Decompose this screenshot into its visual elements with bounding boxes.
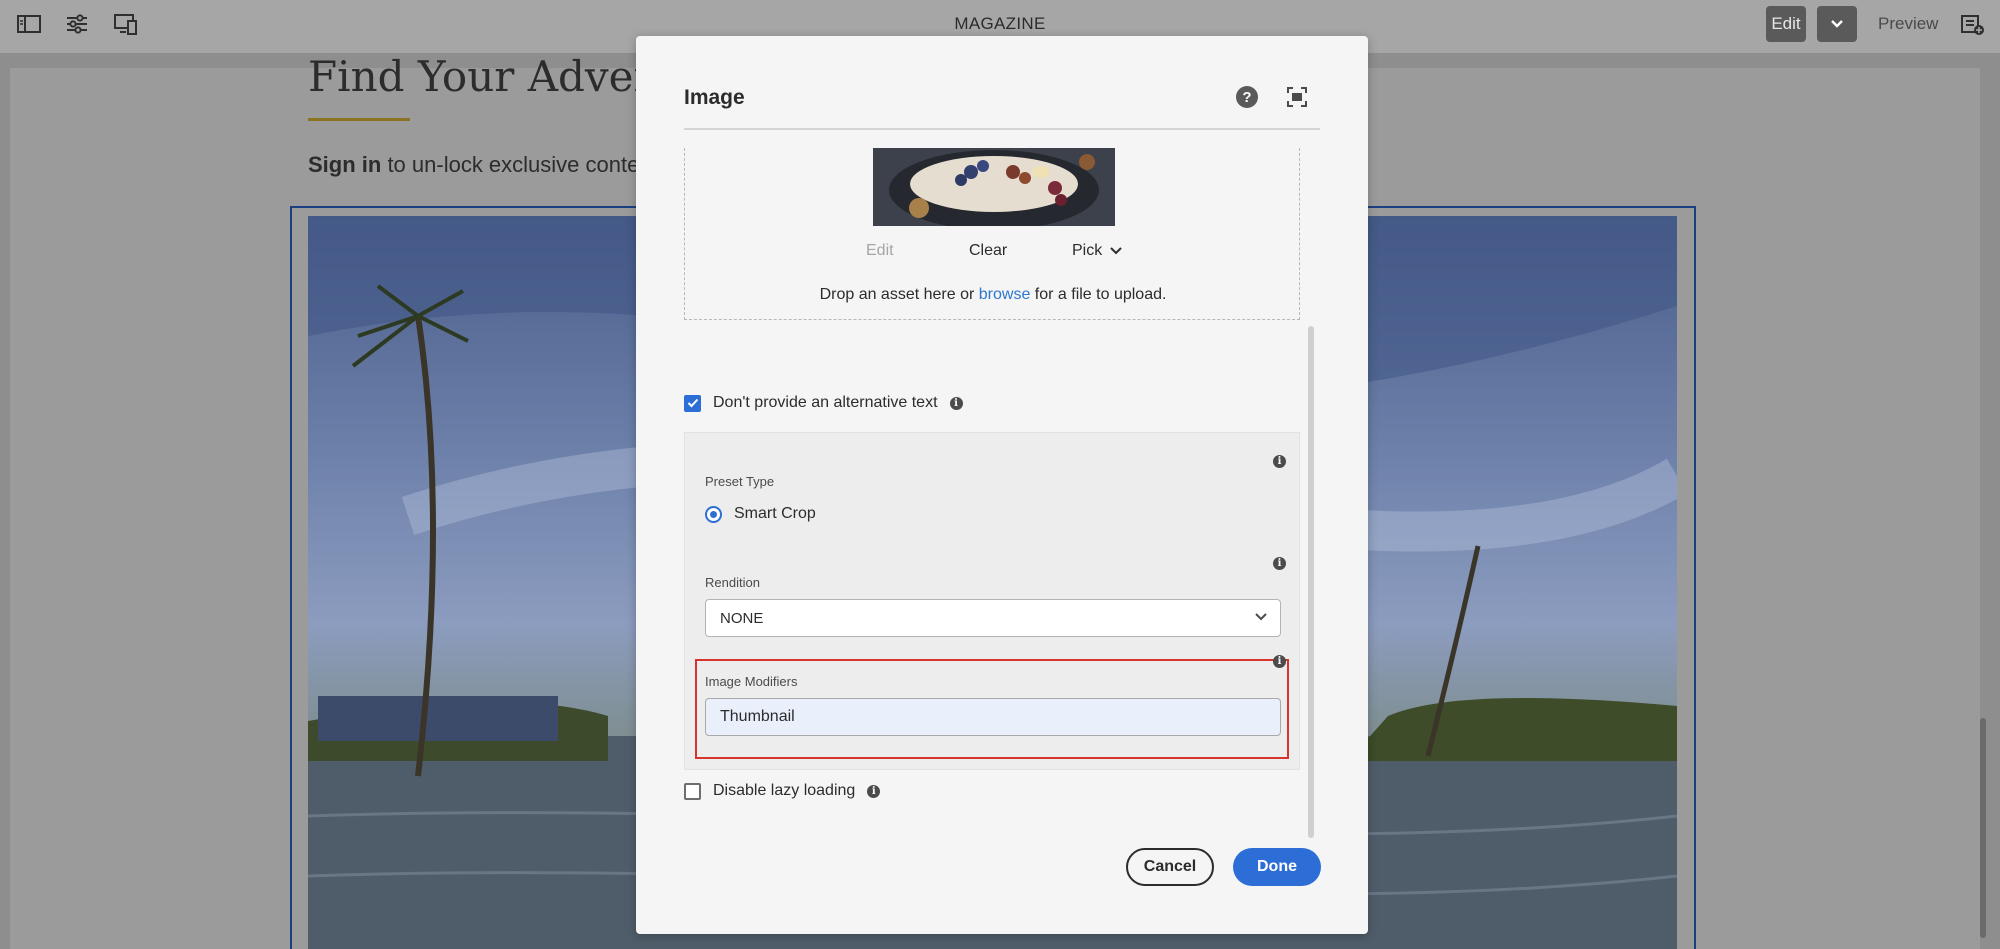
page-scrollbar[interactable] bbox=[1980, 718, 1986, 938]
chevron-down-icon bbox=[1255, 613, 1267, 621]
lazy-loading-label: Disable lazy loading bbox=[713, 782, 856, 799]
annotation-icon[interactable] bbox=[1958, 10, 1988, 40]
page-title: MAGAZINE bbox=[954, 14, 1046, 33]
lazy-loading-checkbox[interactable] bbox=[684, 782, 701, 800]
mode-dropdown-button[interactable] bbox=[1817, 6, 1857, 42]
smart-crop-option[interactable]: Smart Crop bbox=[705, 505, 816, 523]
signin-teaser-text: to un-lock exclusive content t bbox=[381, 152, 670, 177]
signin-teaser: Sign in to un-lock exclusive content t bbox=[308, 152, 670, 178]
preset-panel: i Preset Type Smart Crop i Rendition NON… bbox=[684, 432, 1300, 770]
done-button[interactable]: Done bbox=[1233, 848, 1321, 886]
cancel-button[interactable]: Cancel bbox=[1126, 848, 1214, 886]
dialog-title: Image bbox=[684, 86, 745, 109]
info-icon[interactable]: i bbox=[949, 396, 963, 410]
rendition-select[interactable]: NONE bbox=[705, 599, 1281, 637]
asset-actions: Edit Clear Pick bbox=[685, 242, 1301, 266]
image-modifiers-label: Image Modifiers bbox=[705, 674, 798, 689]
info-icon[interactable]: i bbox=[1273, 557, 1286, 570]
alt-text-option: Don't provide an alternative text i bbox=[684, 392, 963, 414]
dropzone-hint: Drop an asset here or browse for a file … bbox=[685, 286, 1301, 304]
chevron-down-icon bbox=[1831, 20, 1843, 28]
signin-link[interactable]: Sign in bbox=[308, 152, 381, 177]
dialog-scrollbar[interactable] bbox=[1308, 326, 1314, 838]
alt-text-checkbox[interactable] bbox=[684, 394, 701, 412]
asset-clear-button[interactable]: Clear bbox=[969, 242, 1007, 260]
browse-link[interactable]: browse bbox=[979, 286, 1031, 303]
asset-edit-button[interactable]: Edit bbox=[866, 242, 894, 260]
image-modifiers-input[interactable]: Thumbnail bbox=[705, 698, 1281, 736]
rendition-label: Rendition bbox=[705, 575, 760, 590]
info-icon[interactable]: i bbox=[1273, 655, 1286, 668]
edit-mode-button[interactable]: Edit bbox=[1766, 6, 1806, 42]
fullscreen-icon[interactable] bbox=[1286, 86, 1308, 108]
info-icon[interactable]: i bbox=[867, 784, 881, 798]
checkmark-icon bbox=[687, 398, 698, 408]
smart-crop-label: Smart Crop bbox=[734, 505, 816, 522]
asset-thumbnail bbox=[873, 148, 1115, 226]
alt-text-label: Don't provide an alternative text bbox=[713, 394, 938, 411]
help-icon[interactable]: ? bbox=[1236, 86, 1258, 108]
smart-crop-radio[interactable] bbox=[705, 505, 722, 523]
dialog-body: Edit Clear Pick Drop an asset here or br… bbox=[684, 148, 1320, 838]
preset-type-label: Preset Type bbox=[705, 474, 775, 489]
rendition-value: NONE bbox=[720, 610, 764, 627]
asset-pick-button[interactable]: Pick bbox=[1072, 242, 1122, 260]
asset-pick-label: Pick bbox=[1072, 242, 1103, 259]
preview-button[interactable]: Preview bbox=[1878, 14, 1938, 34]
asset-dropzone[interactable]: Edit Clear Pick Drop an asset here or br… bbox=[684, 148, 1300, 320]
lazy-loading-option: Disable lazy loading i bbox=[684, 780, 881, 802]
drop-hint-prefix: Drop an asset here or bbox=[819, 286, 979, 303]
dialog-divider bbox=[684, 128, 1320, 130]
heading-underline bbox=[308, 118, 410, 121]
drop-hint-suffix: for a file to upload. bbox=[1030, 286, 1167, 303]
chevron-down-icon bbox=[1110, 247, 1122, 255]
info-icon[interactable]: i bbox=[1273, 455, 1286, 468]
image-dialog: Image ? Edit Clear Pick Drop an asset he… bbox=[636, 36, 1368, 934]
